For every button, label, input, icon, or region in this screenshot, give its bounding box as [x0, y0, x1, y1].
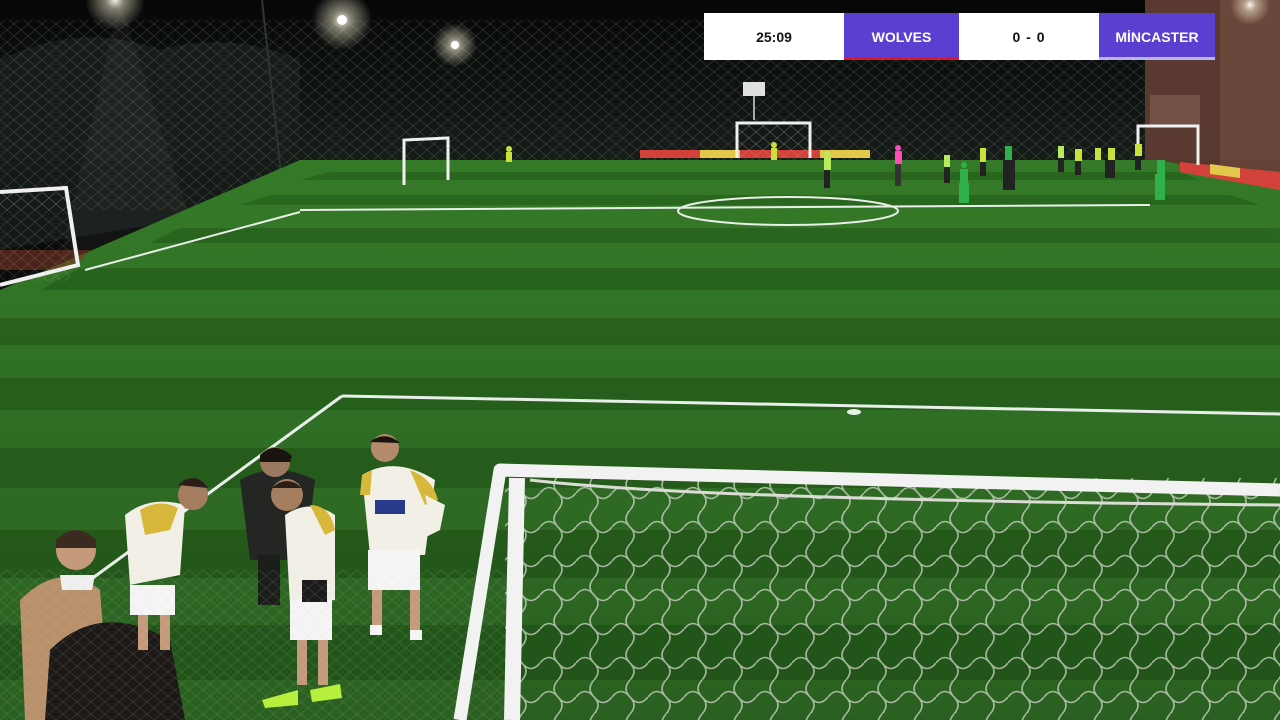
- foreground-net: [0, 570, 520, 720]
- score-display: 0 - 0: [959, 13, 1099, 60]
- match-clock: 25:09: [704, 13, 844, 60]
- scoreboard: 25:09 WOLVES 0 - 0 MİNCASTER: [704, 13, 1215, 60]
- match-scene: [0, 0, 1280, 720]
- home-team-name: WOLVES: [844, 13, 959, 60]
- away-team-name: MİNCASTER: [1099, 13, 1215, 60]
- near-goal: [453, 463, 1280, 720]
- net-mesh-icon: [505, 478, 1280, 720]
- camera-tower: [743, 82, 765, 96]
